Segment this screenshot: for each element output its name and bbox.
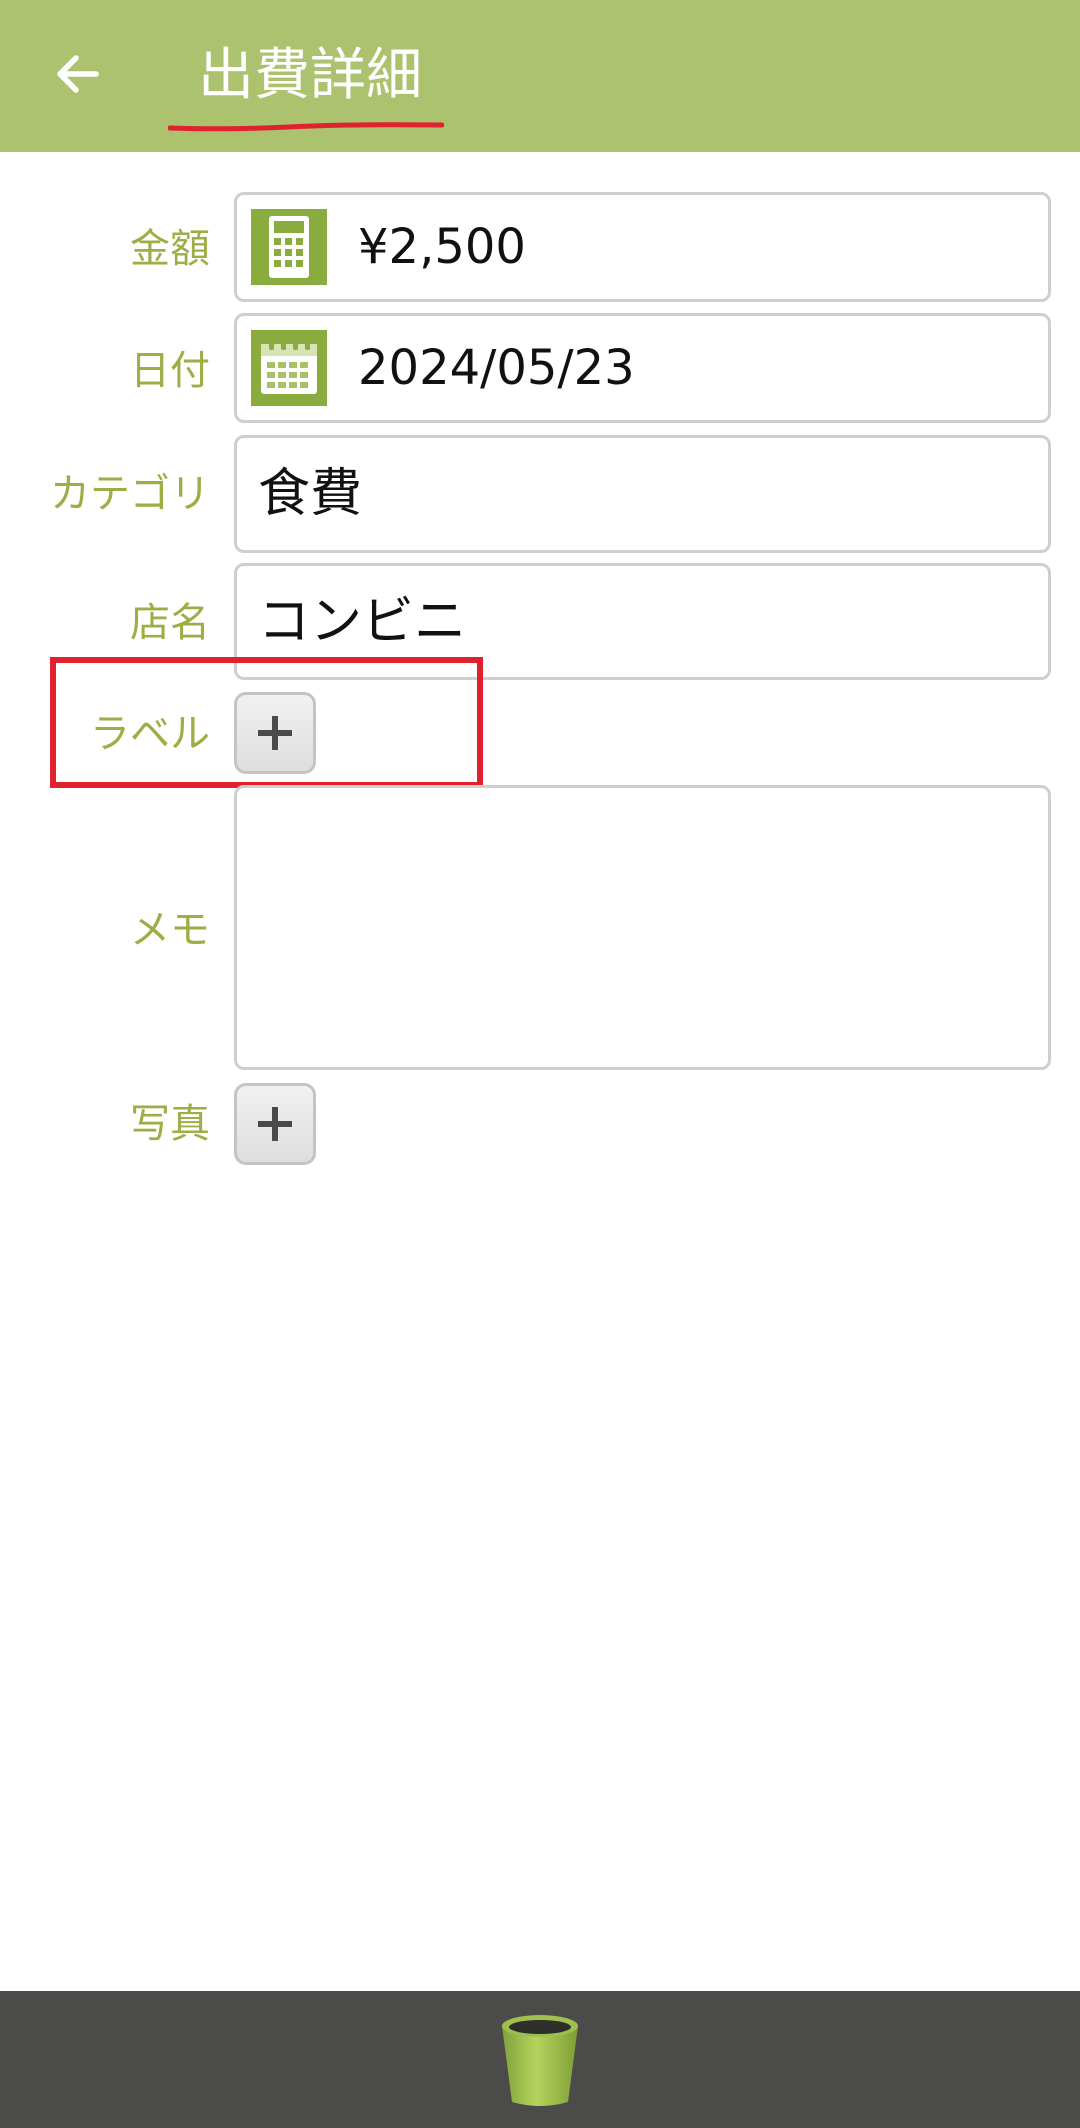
memo-field[interactable] [234,785,1051,1070]
date-field[interactable]: 2024/05/23 [234,313,1051,423]
page-title: 出費詳細 [198,43,422,108]
plus-icon [258,1107,292,1141]
memo-label: メモ [130,907,210,953]
amount-label: 金額 [130,226,210,272]
photo-label: 写真 [130,1101,210,1147]
store-value: コンビニ [258,592,467,652]
amount-value: ¥2,500 [358,219,526,275]
store-label: 店名 [130,600,210,646]
delete-button[interactable] [496,2010,584,2110]
calculator-icon [251,209,327,285]
app-header: 出費詳細 [0,0,1080,152]
trash-icon [502,2015,578,2106]
arrow-left-icon [57,55,99,93]
title-underline-annotation [168,122,444,132]
back-button[interactable] [44,40,112,108]
date-value: 2024/05/23 [358,340,635,396]
calendar-button[interactable] [251,330,327,406]
calculator-button[interactable] [251,209,327,285]
category-label: カテゴリ [50,471,210,517]
labels-highlight-annotation [50,657,483,788]
calendar-icon [251,330,327,406]
category-value: 食費 [258,464,363,524]
amount-field[interactable]: ¥2,500 [234,192,1051,302]
date-label: 日付 [130,348,210,394]
category-field[interactable]: 食費 [234,435,1051,553]
add-photo-button[interactable] [234,1083,316,1165]
